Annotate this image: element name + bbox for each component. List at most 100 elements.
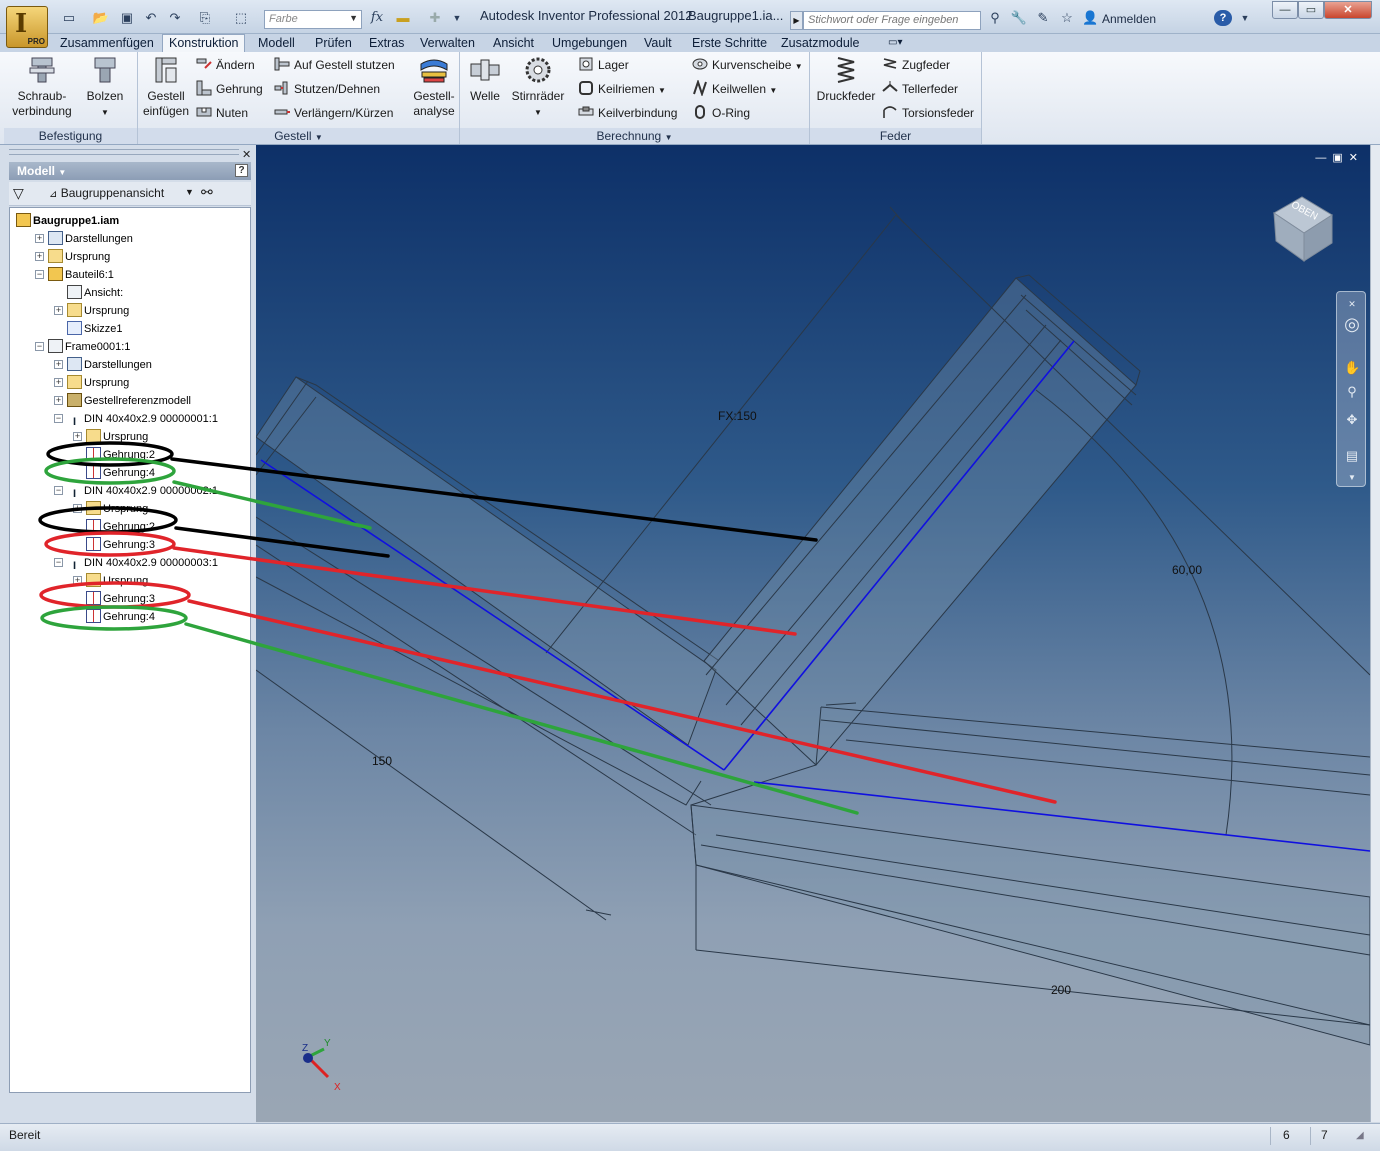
color-combo[interactable]: Farbe ▼ [264,10,362,29]
tree-expand-toggle[interactable]: + [73,432,82,441]
tree-node[interactable]: Darstellungen [48,230,133,248]
tab-konstruktion[interactable]: Konstruktion [162,34,246,52]
tree-node[interactable]: Gehrung:4 [86,464,155,482]
gestell-einfuegen-button[interactable]: Gestell einfügen [140,54,192,119]
look-at-icon[interactable]: ▤ [1344,448,1360,464]
gestellanalyse-button[interactable]: Gestell- analyse [408,54,460,119]
viewcube[interactable]: OBEN [1266,193,1340,267]
plus-icon[interactable]: ✚ [426,10,444,26]
tab-verwalten[interactable]: Verwalten [420,34,475,52]
tree-node[interactable]: Frame0001:1 [48,338,130,356]
tree-node[interactable]: Baugruppe1.iam [16,212,119,230]
tree-node[interactable]: Ursprung [86,428,148,446]
tree-node[interactable]: Ursprung [67,302,129,320]
tree-expand-toggle[interactable]: + [54,378,63,387]
tree-node[interactable]: Bauteil6:1 [48,266,114,284]
view-mode-dropdown[interactable]: ⊿ Baugruppenansicht [49,186,164,200]
dimension-fx-label[interactable]: FX:150 [718,409,757,423]
pan-icon[interactable]: ✋ [1344,360,1360,376]
maximize-button[interactable]: ▭ [1298,1,1324,19]
return-icon[interactable]: ⎘ [196,10,214,26]
minimize-button[interactable]: — [1272,1,1298,19]
tree-expand-toggle[interactable]: − [54,414,63,423]
navbar-menu-icon[interactable]: ▼ [1344,470,1360,486]
browser-grip[interactable] [9,149,239,155]
tab-pruefen[interactable]: Prüfen [315,34,352,52]
nuten-button[interactable]: Nuten [196,104,248,122]
panel-title-gestell[interactable]: Gestell ▼ [138,128,459,144]
tree-node[interactable]: I DIN 40x40x2.9 00000003:1 [67,554,218,572]
resize-grip-icon[interactable]: ◢ [1356,1130,1364,1141]
tree-node[interactable]: Darstellungen [67,356,152,374]
binoculars-icon[interactable]: ⚲ [986,10,1004,26]
auf-gestell-stutzen-button[interactable]: Auf Gestell stutzen [274,56,395,74]
tree-expand-toggle[interactable]: − [35,270,44,279]
tree-expand-toggle[interactable]: − [35,342,44,351]
favorites-star-icon[interactable]: ☆ [1058,10,1076,26]
tab-ansicht[interactable]: Ansicht [493,34,534,52]
tab-extras[interactable]: Extras [369,34,404,52]
tree-node[interactable]: Gehrung:2 [86,446,155,464]
help-icon[interactable]: ? [1214,10,1232,26]
dimension-200-label[interactable]: 200 [1051,983,1071,997]
tree-node[interactable]: Ursprung [48,248,110,266]
zoom-icon[interactable]: ⚲ [1344,384,1360,400]
tree-node[interactable]: I DIN 40x40x2.9 00000002:1 [67,482,218,500]
tab-erste-schritte[interactable]: Erste Schritte [692,34,767,52]
browser-close-icon[interactable]: ✕ [242,148,251,161]
verlaengern-kuerzen-button[interactable]: Verlängern/Kürzen [274,104,393,122]
torsionsfeder-button[interactable]: Torsionsfeder [882,104,974,122]
measure-icon[interactable]: ▬ [394,10,412,26]
tree-node[interactable]: Gehrung:3 [86,536,155,554]
keilriemen-button[interactable]: Keilriemen ▼ [578,80,666,98]
steering-wheel-icon[interactable]: ◎ [1344,315,1360,333]
binoculars-icon[interactable]: ⚯ [201,184,213,201]
bolzen-button[interactable]: Bolzen ▼ [82,54,128,120]
dimension-150-label[interactable]: 150 [372,754,392,768]
browser-header[interactable]: Modell ▼ ? [9,162,251,180]
tree-node[interactable]: Ursprung [86,500,148,518]
schraubverbindung-button[interactable]: Schraub- verbindung [10,54,74,119]
tree-expand-toggle[interactable]: + [35,234,44,243]
stutzen-dehnen-button[interactable]: Stutzen/Dehnen [274,80,380,98]
search-expand-icon[interactable]: ▶ [790,11,803,30]
application-menu-button[interactable]: I PRO [6,6,48,48]
chevron-down-icon[interactable]: ▼ [185,187,194,197]
tree-expand-toggle[interactable]: + [54,306,63,315]
tab-umgebungen[interactable]: Umgebungen [552,34,627,52]
stirnraeder-button[interactable]: Stirnräder ▼ [510,54,566,120]
qat-dropdown-icon[interactable]: ▼ [448,10,466,26]
tree-expand-toggle[interactable]: + [73,576,82,585]
dimension-angle-label[interactable]: 60,00 [1172,563,1202,577]
tab-zusammenfuegen[interactable]: Zusammenfügen [60,34,154,52]
communication-center-icon[interactable]: ✎ [1034,10,1052,26]
open-file-icon[interactable]: 📂 [92,10,110,26]
tree-node[interactable]: Ursprung [67,374,129,392]
ribbon-options-icon[interactable]: ▭▾ [888,34,902,52]
tree-expand-toggle[interactable]: + [73,504,82,513]
subscription-icon[interactable]: 🔧 [1010,10,1028,26]
kurvenscheibe-button[interactable]: Kurvenscheibe ▼ [692,56,803,74]
tab-vault[interactable]: Vault [644,34,672,52]
welle-button[interactable]: Welle [464,54,506,104]
zugfeder-button[interactable]: Zugfeder [882,56,950,74]
gehrung-button[interactable]: Gehrung [196,80,263,98]
orbit-icon[interactable]: ✥ [1344,412,1360,428]
viewport-window-controls[interactable]: —▣✕ [1315,151,1364,164]
redo-icon[interactable]: ↷ [166,10,184,26]
select-filter-icon[interactable]: ⬚ [232,10,250,26]
keilverbindung-button[interactable]: Keilverbindung [578,104,677,122]
filter-icon[interactable]: ▽ [13,185,24,202]
tree-expand-toggle[interactable]: − [54,558,63,567]
druckfeder-button[interactable]: Druckfeder [814,54,878,104]
vertical-scrollbar[interactable] [1370,145,1380,1122]
lager-button[interactable]: Lager [578,56,629,74]
graphics-window[interactable]: FX:150 60,00 150 200 Y Z X —▣✕ OBEN ✕ ◎ … [256,145,1370,1122]
new-file-icon[interactable]: ▭ [60,10,78,26]
tree-node[interactable]: Ursprung [86,572,148,590]
save-icon[interactable]: ▣ [118,10,136,26]
aendern-button[interactable]: Ändern [196,56,255,74]
tree-node[interactable]: Ansicht: [67,284,123,302]
signin-link[interactable]: Anmelden [1102,12,1156,26]
tree-expand-toggle[interactable]: + [54,396,63,405]
